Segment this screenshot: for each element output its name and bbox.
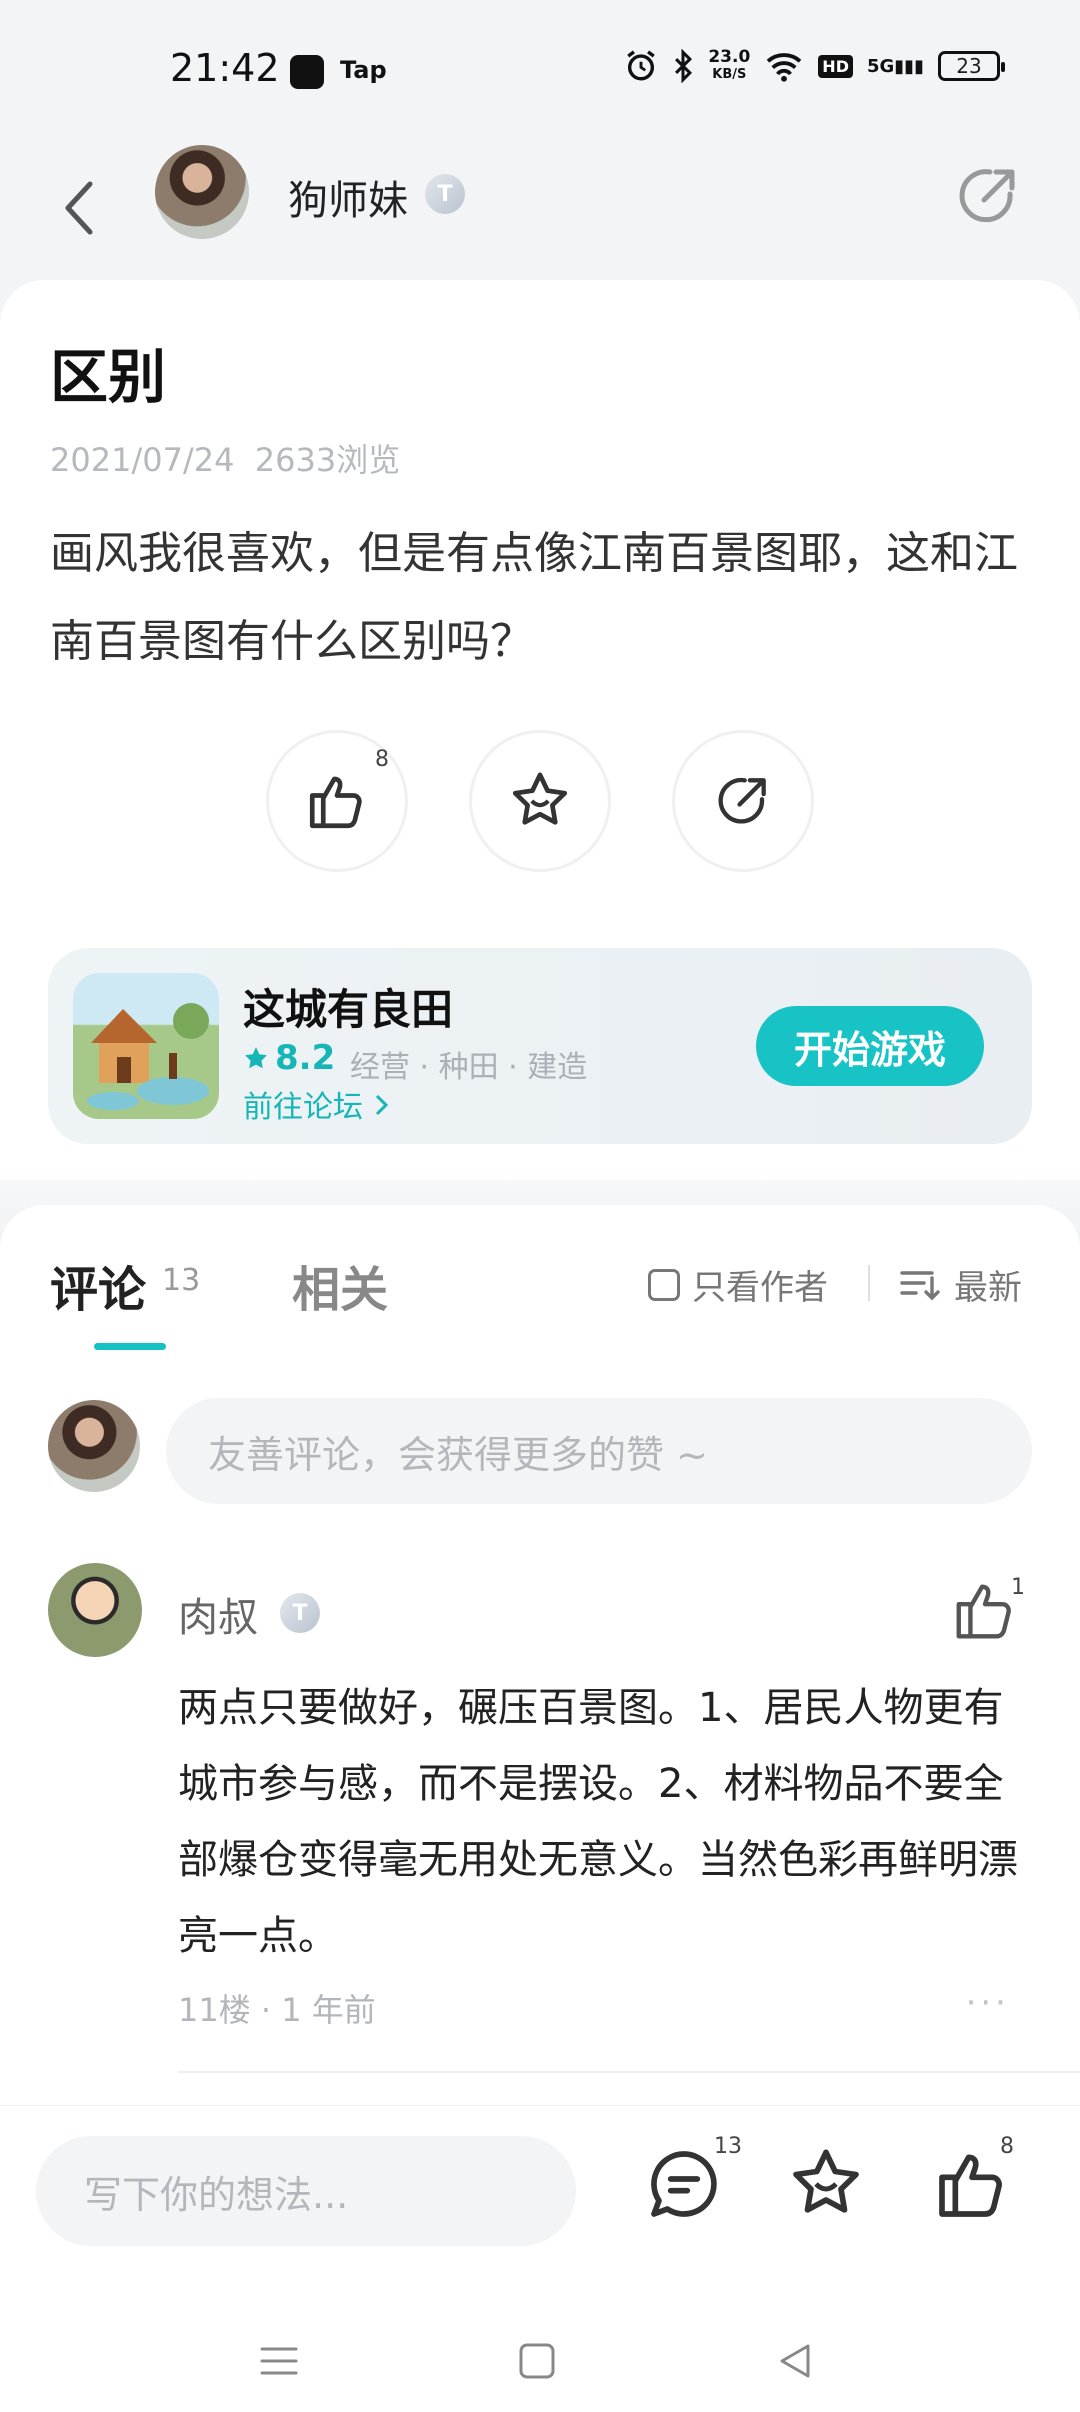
- comment-like-count: 1: [1011, 1575, 1025, 1600]
- favorite-star-icon[interactable]: [786, 2144, 866, 2224]
- bottom-bar: 写下你的想法... 13 8: [0, 2105, 1080, 2412]
- commenter-avatar[interactable]: [48, 1563, 142, 1657]
- post-like-button[interactable]: 8: [266, 730, 408, 872]
- status-app-label: Tap: [340, 56, 387, 84]
- only-author-toggle[interactable]: 只看作者: [648, 1260, 828, 1309]
- hd-indicator: HD: [818, 54, 853, 78]
- bottom-comment-count: 13: [714, 2134, 742, 2159]
- comment-icon[interactable]: [644, 2144, 724, 2224]
- signal-indicator: 5G▮▮▮: [866, 55, 924, 77]
- battery-indicator: 23: [938, 51, 1005, 81]
- post-body: 画风我很喜欢，但是有点像江南百景图耶，这和江南百景图有什么区别吗？: [50, 528, 1018, 667]
- comments-section: 评论 13 相关 只看作者 最新 友善评论，会获得更多的赞 ~ 肉叔 T 1 两…: [0, 1205, 1080, 2105]
- comment-input[interactable]: 友善评论，会获得更多的赞 ~: [166, 1398, 1032, 1504]
- alarm-icon: [627, 50, 656, 81]
- start-game-button[interactable]: 开始游戏: [756, 1006, 984, 1086]
- tab-related[interactable]: 相关: [292, 1250, 388, 1320]
- game-card[interactable]: 这城有良田 8.2 经营 · 种田 · 建造 前往论坛 开始游戏: [48, 948, 1032, 1144]
- post-date: 2021/07/24: [50, 441, 235, 479]
- post-meta: 2021/07/24 2633浏览: [50, 435, 400, 481]
- game-artwork: [87, 1003, 209, 1110]
- like-icon: [309, 776, 362, 829]
- app-notification-icon: [290, 55, 324, 89]
- tab-active-indicator: [94, 1343, 166, 1350]
- only-author-checkbox[interactable]: [648, 1268, 680, 1301]
- network-speed: 23.0 KB/S: [708, 48, 750, 84]
- comment-more-button[interactable]: ···: [966, 1983, 1010, 2023]
- bluetooth-icon: [675, 49, 693, 83]
- comment-like-icon[interactable]: [950, 1575, 1020, 1645]
- filter-divider: [868, 1265, 870, 1301]
- sort-icon: [900, 1270, 940, 1300]
- tab-comments[interactable]: 评论: [50, 1250, 146, 1320]
- game-rating-value: 8.2: [275, 1038, 336, 1078]
- back-nav-icon[interactable]: [770, 2336, 820, 2386]
- game-tags: 经营 · 种田 · 建造: [350, 1050, 588, 1085]
- sort-latest-button[interactable]: 最新: [900, 1260, 1022, 1309]
- post-share-button[interactable]: [672, 730, 814, 872]
- network-speed-value: 23.0: [708, 47, 751, 67]
- game-name[interactable]: 这城有良田: [243, 976, 453, 1037]
- bottom-like-count: 8: [1000, 2134, 1014, 2159]
- author-level-badge: T: [425, 174, 465, 214]
- network-speed-unit: KB/S: [712, 67, 747, 82]
- comment-divider: [178, 2071, 1080, 2073]
- status-time: 21:42: [170, 46, 280, 90]
- menu-nav-icon[interactable]: [254, 2336, 304, 2386]
- status-right-group: 23.0 KB/S HD 5G▮▮▮ 23: [624, 48, 1005, 84]
- home-nav-icon[interactable]: [512, 2336, 562, 2386]
- sort-latest-label: 最新: [954, 1268, 1022, 1308]
- only-author-label: 只看作者: [692, 1268, 828, 1308]
- share-icon: [718, 777, 766, 824]
- post-title: 区别: [50, 343, 167, 411]
- star-icon: [512, 772, 568, 825]
- status-bar: 21:42 Tap 23.0 KB/S HD 5G▮▮▮ 23: [0, 0, 1080, 140]
- tab-comments-count: 13: [162, 1263, 201, 1298]
- post-favorite-button[interactable]: [469, 730, 611, 872]
- comment-floor-time: 11楼 · 1 年前: [178, 1991, 376, 2029]
- back-icon[interactable]: [58, 176, 102, 240]
- game-forum-label: 前往论坛: [243, 1090, 363, 1125]
- game-rating: 8.2: [243, 1038, 335, 1078]
- post-views: 2633浏览: [254, 441, 401, 479]
- game-icon[interactable]: [73, 973, 219, 1119]
- comment-text: 两点只要做好，碾压百景图。1、居民人物更有城市参与感，而不是摆设。2、材料物品不…: [178, 1685, 1018, 1959]
- signal-label: 5G: [866, 55, 895, 77]
- wifi-icon: [767, 53, 802, 82]
- author-avatar[interactable]: [155, 145, 249, 239]
- commenter-level-badge: T: [280, 1593, 320, 1633]
- rating-star-icon: [245, 1047, 267, 1069]
- share-icon[interactable]: [952, 160, 1024, 232]
- chevron-right-icon: [375, 1094, 388, 1116]
- commenter-name[interactable]: 肉叔: [178, 1585, 258, 1643]
- bottom-comment-input[interactable]: 写下你的想法...: [36, 2136, 576, 2246]
- post-header: 狗师妹 T: [0, 140, 1080, 280]
- author-name[interactable]: 狗师妹: [288, 168, 408, 226]
- current-user-avatar: [48, 1400, 140, 1492]
- post-like-count: 8: [375, 747, 389, 772]
- game-forum-link[interactable]: 前往论坛: [243, 1082, 391, 1126]
